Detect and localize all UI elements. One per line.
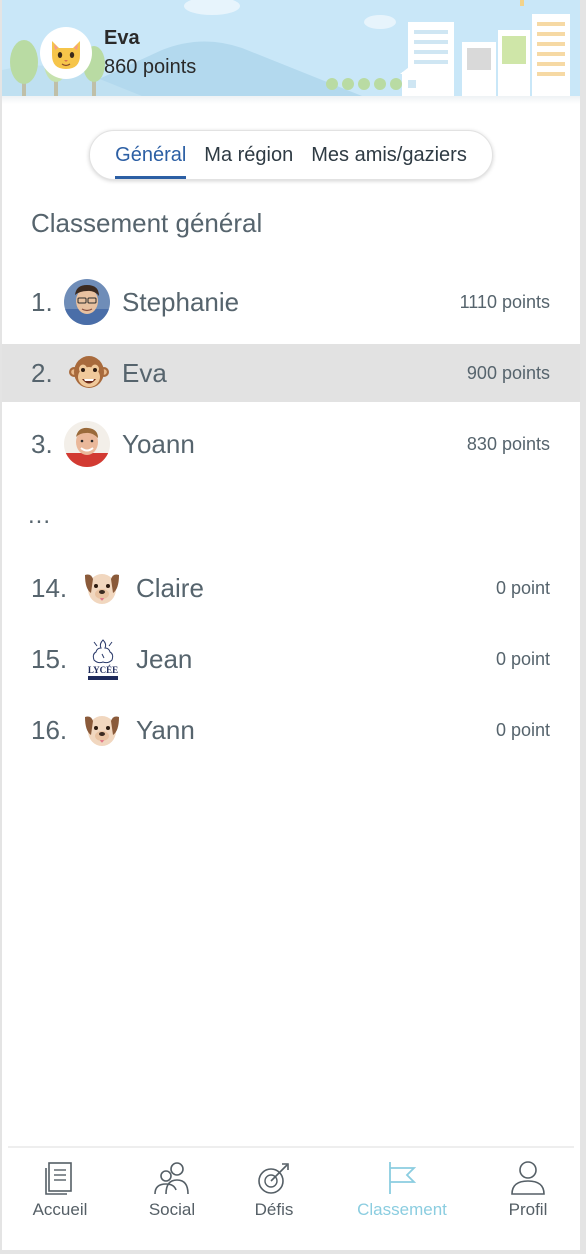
users-icon [154, 1162, 189, 1195]
ranking-row[interactable]: 16. Yann 0 point [2, 701, 580, 759]
school-logo: LYCÉE [82, 636, 124, 682]
nav-label: Accueil [32, 1200, 88, 1219]
player-avatar [66, 350, 112, 396]
monkey-face-icon [69, 356, 109, 388]
nav-label: Social [148, 1200, 196, 1219]
player-points: 830 points [466, 433, 550, 454]
ranking-row[interactable]: 1. Stephanie 1110 points [2, 273, 580, 331]
rank-number: 16. [31, 714, 68, 745]
tab-my-region[interactable]: Ma région [204, 138, 293, 173]
player-points: 0 point [495, 648, 550, 669]
section-title: Classement général [31, 208, 263, 238]
nav-label: Défis [254, 1200, 294, 1219]
user-points: 860 points [104, 56, 197, 78]
ranking-row-current-user[interactable]: 2. Eva 900 points [2, 344, 580, 402]
document-icon [45, 1162, 72, 1195]
person-photo-avatar [64, 421, 110, 467]
nav-item-accueil[interactable]: Accueil [10, 1160, 110, 1220]
user-name: Eva [104, 27, 140, 49]
ranking-gap-ellipsis: ... [28, 502, 52, 529]
dog-face-icon [85, 716, 119, 746]
ranking-row[interactable]: 14. Claire 0 point [2, 559, 580, 617]
player-name: Yoann [122, 428, 195, 459]
player-avatar [64, 421, 110, 467]
ranking-row[interactable]: 15. LYCÉE Jean 0 point [2, 630, 580, 688]
player-points: 900 points [466, 362, 550, 383]
person-photo-avatar [64, 279, 110, 325]
player-points: 0 point [495, 719, 550, 740]
cat-face-icon [52, 41, 80, 69]
player-avatar [79, 707, 125, 753]
header-divider [2, 96, 580, 104]
user-icon [511, 1161, 545, 1195]
tab-general[interactable]: Général [115, 138, 187, 179]
app-frame [0, 0, 586, 1254]
nav-item-defis[interactable]: Défis [224, 1160, 324, 1220]
rank-number: 2. [31, 357, 53, 388]
tab-my-friends[interactable]: Mes amis/gaziers [311, 138, 467, 173]
rank-number: 3. [31, 428, 53, 459]
dog-face-icon [85, 574, 119, 604]
player-name: Yann [136, 714, 195, 745]
ranking-row[interactable]: 3. Yoann 830 points [2, 415, 580, 473]
player-points: 1110 points [459, 291, 550, 312]
player-avatar [64, 279, 110, 325]
user-avatar[interactable] [40, 27, 92, 79]
rank-number: 14. [31, 572, 68, 603]
player-name: Eva [122, 357, 167, 388]
ranking-tabs: Général Ma région Mes amis/gaziers [89, 130, 493, 180]
nav-item-classement[interactable]: Classement [350, 1160, 454, 1220]
player-name: Jean [136, 643, 193, 674]
player-name: Stephanie [122, 286, 240, 317]
player-avatar: LYCÉE [80, 636, 126, 682]
player-name: Claire [136, 572, 204, 603]
nav-label: Profil [508, 1200, 548, 1219]
flag-icon [389, 1162, 417, 1194]
bottom-nav-divider [8, 1146, 574, 1148]
bottom-nav: Accueil Social Défis Classement Profil [2, 1160, 580, 1230]
target-icon [258, 1163, 289, 1194]
profile-header: Eva 860 points [2, 0, 580, 96]
rank-number: 15. [31, 643, 68, 674]
nav-label: Classement [357, 1200, 447, 1219]
nav-item-social[interactable]: Social [122, 1160, 222, 1220]
player-avatar [79, 565, 125, 611]
nav-item-profil[interactable]: Profil [478, 1160, 578, 1220]
school-logo-text: LYCÉE [88, 665, 118, 675]
player-points: 0 point [495, 577, 550, 598]
rank-number: 1. [31, 286, 53, 317]
